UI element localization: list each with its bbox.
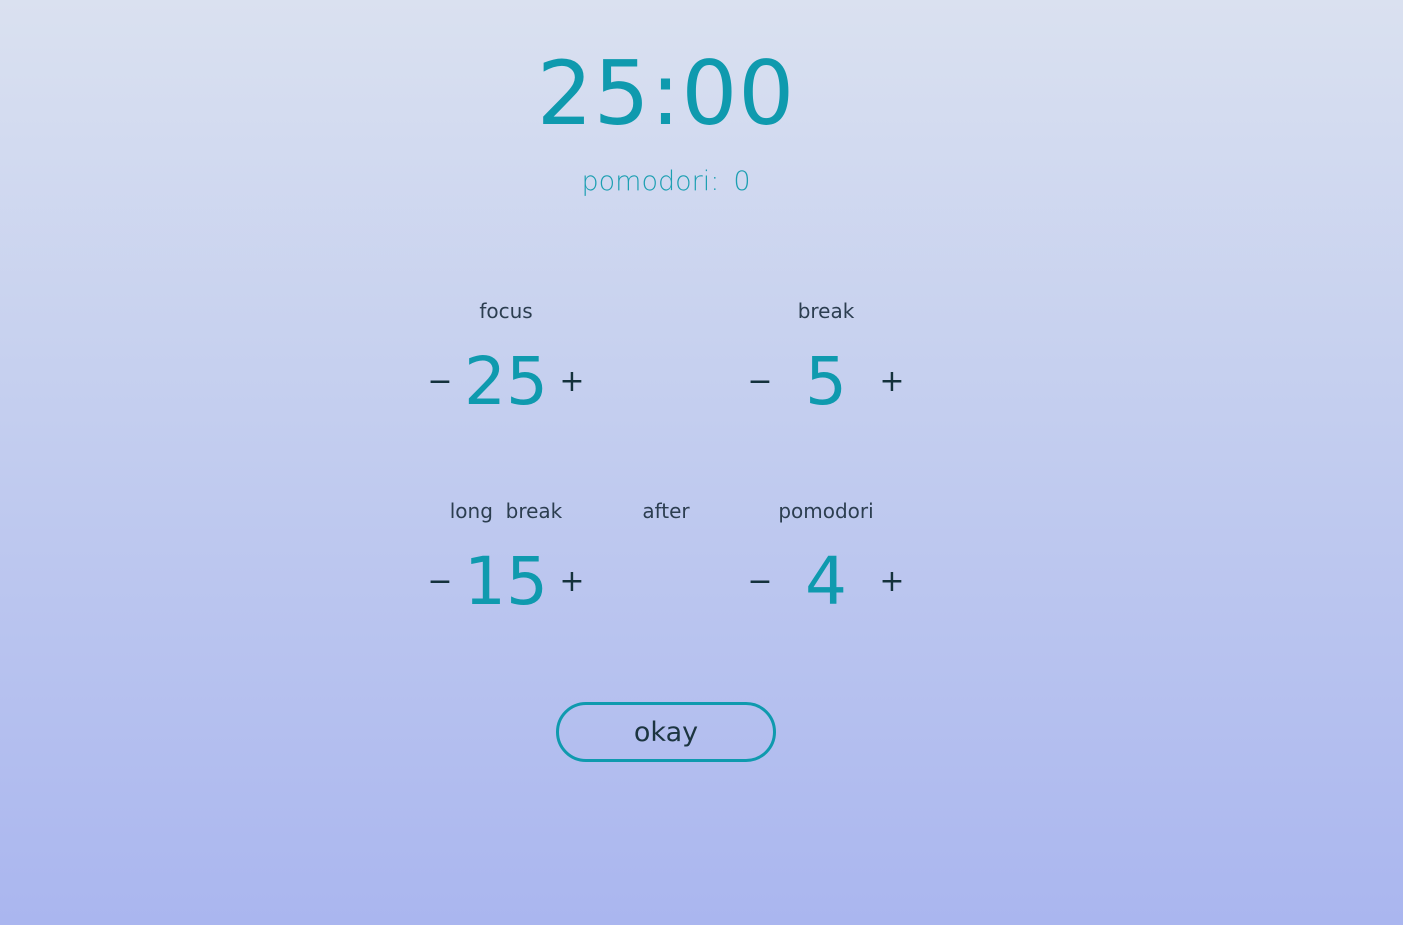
pomodori-counter: pomodori: 0 — [0, 164, 1332, 200]
pomodori-stepper: − 4 + — [740, 542, 912, 622]
focus-label: focus — [479, 299, 533, 323]
pomodori-value: 4 — [805, 543, 847, 620]
pomodori-label: pomodori — [778, 499, 874, 523]
pomodori-counter-label: pomodori: — [581, 166, 720, 197]
pomodori-increment-button[interactable]: + — [872, 542, 912, 622]
long-break-decrement-button[interactable]: − — [420, 542, 460, 622]
after-label: after — [642, 499, 690, 523]
pomodori-counter-value: 0 — [733, 166, 751, 197]
break-stepper: − 5 + — [740, 342, 912, 422]
timer-display: 25:00 — [536, 42, 796, 145]
long-break-increment-button[interactable]: + — [552, 542, 592, 622]
focus-increment-button[interactable]: + — [552, 342, 592, 422]
long-break-value: 15 — [464, 543, 548, 620]
okay-button[interactable]: okay — [556, 702, 776, 762]
break-increment-button[interactable]: + — [872, 342, 912, 422]
break-value: 5 — [805, 343, 847, 420]
break-decrement-button[interactable]: − — [740, 342, 780, 422]
focus-stepper: − 25 + — [420, 342, 592, 422]
break-label: break — [797, 299, 855, 323]
focus-decrement-button[interactable]: − — [420, 342, 460, 422]
pomodori-decrement-button[interactable]: − — [740, 542, 780, 622]
focus-value: 25 — [464, 343, 548, 420]
long-break-stepper: − 15 + — [420, 542, 592, 622]
long-break-label: long break — [449, 499, 563, 523]
